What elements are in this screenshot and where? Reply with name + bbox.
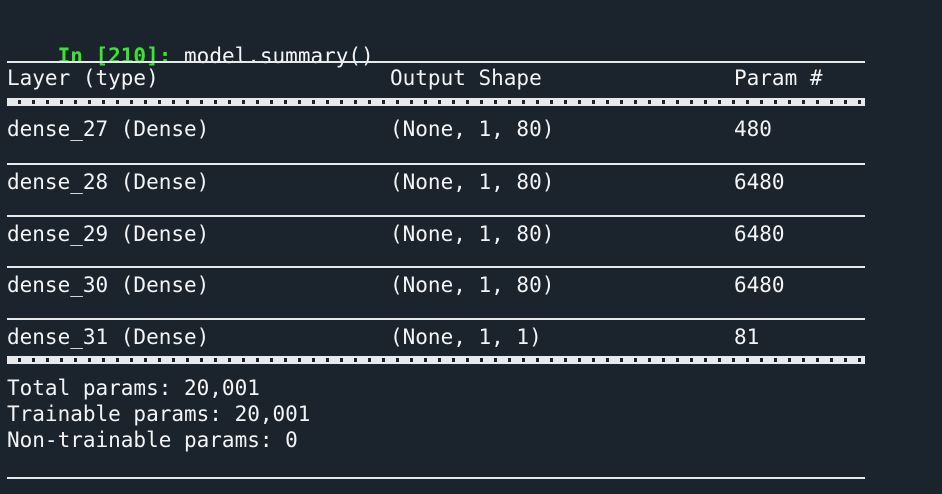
row-param-count: 81 — [734, 325, 760, 349]
row-output-shape: (None, 1, 80) — [390, 222, 555, 246]
row-separator — [7, 318, 865, 320]
row-layer: dense_27 (Dense) — [7, 117, 210, 141]
header-param-count: Param # — [734, 66, 823, 90]
row-layer: dense_30 (Dense) — [7, 273, 210, 297]
row-layer: dense_28 (Dense) — [7, 170, 210, 194]
trainable-params: Trainable params: 20,001 — [7, 402, 311, 426]
header-double-rule — [7, 98, 865, 106]
row-param-count: 6480 — [734, 222, 785, 246]
footer-double-rule — [7, 356, 865, 364]
row-separator — [7, 215, 865, 217]
row-param-count: 480 — [734, 117, 772, 141]
row-layer: dense_29 (Dense) — [7, 222, 210, 246]
row-output-shape: (None, 1, 80) — [390, 170, 555, 194]
total-params: Total params: 20,001 — [7, 376, 260, 400]
table-top-rule — [7, 61, 865, 63]
row-output-shape: (None, 1, 80) — [390, 117, 555, 141]
row-separator — [7, 163, 865, 165]
row-output-shape: (None, 1, 80) — [390, 273, 555, 297]
header-layer-type: Layer (type) — [7, 66, 159, 90]
non-trainable-params: Non-trainable params: 0 — [7, 428, 298, 452]
row-output-shape: (None, 1, 1) — [390, 325, 542, 349]
table-bottom-rule — [7, 477, 865, 479]
code-input[interactable]: model.summary() — [184, 44, 374, 68]
row-param-count: 6480 — [734, 170, 785, 194]
row-separator — [7, 266, 865, 268]
row-layer: dense_31 (Dense) — [7, 325, 210, 349]
header-output-shape: Output Shape — [390, 66, 542, 90]
row-param-count: 6480 — [734, 273, 785, 297]
input-line[interactable]: In [210]: model.summary() — [7, 11, 374, 68]
